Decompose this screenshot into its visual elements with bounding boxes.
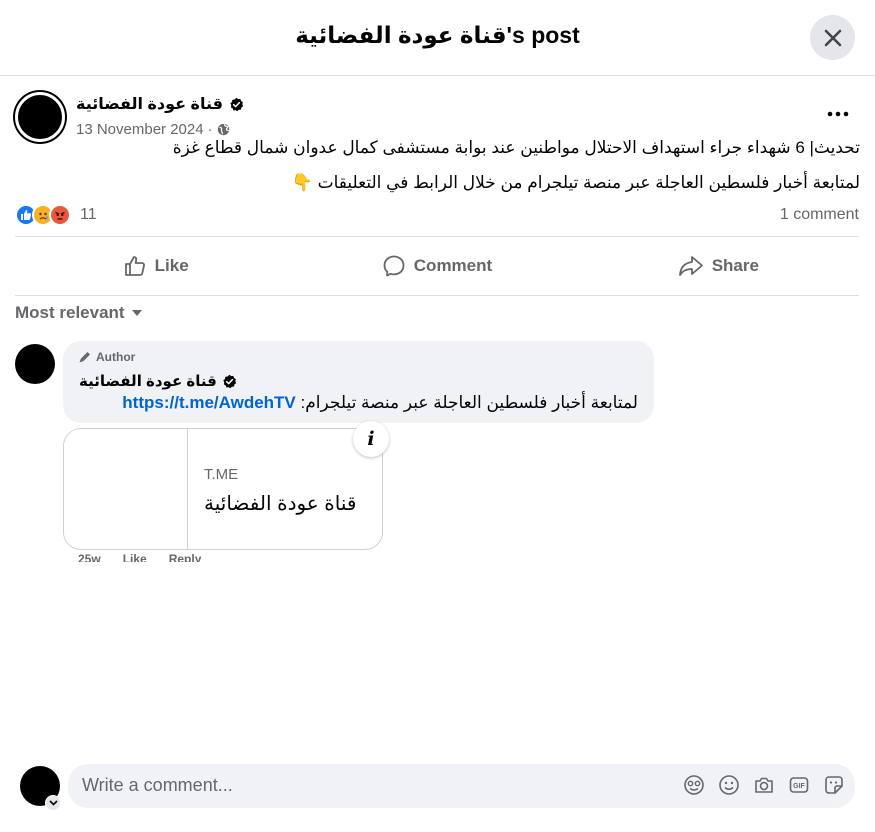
close-button[interactable] [810, 15, 855, 60]
comment-avatar[interactable] [15, 344, 55, 384]
post-action-bar: Like Comment Share [15, 236, 859, 296]
comment-link[interactable]: https://t.me/AwdehTV [122, 393, 295, 412]
comment-label: Comment [413, 256, 493, 275]
link-preview-title: قناة عودة الفضائية [204, 493, 357, 515]
share-button[interactable]: Share [578, 237, 859, 295]
comment-author[interactable]: قناة عودة الفضائية [79, 372, 237, 390]
link-preview-domain: T.ME [204, 466, 239, 483]
link-preview-card[interactable]: T.ME قناة عودة الفضائية [63, 428, 383, 550]
post-text-line-1: تحديث| 6 شهداء جراء استهداف الاحتلال موا… [172, 138, 860, 157]
post-author-name[interactable]: قناة عودة الفضائية [76, 94, 223, 114]
verified-badge-icon [230, 97, 244, 111]
info-button[interactable]: i [353, 421, 389, 457]
dialog-header: قناة عودة الفضائية's post [0, 0, 875, 76]
chevron-down-icon [48, 800, 58, 806]
share-arrow-icon [678, 256, 703, 276]
post-author[interactable]: قناة عودة الفضائية [76, 94, 244, 114]
like-label: Like [154, 256, 189, 275]
thumbs-up-icon [124, 256, 145, 276]
profile-switch-button[interactable] [45, 795, 61, 811]
info-icon: i [367, 428, 375, 450]
svg-text:GIF: GIF [793, 783, 805, 790]
meta-separator: · [207, 121, 213, 138]
sort-label: Most relevant [15, 303, 125, 322]
post-date[interactable]: 13 November 2024 [76, 121, 204, 138]
more-dots-icon [827, 111, 849, 117]
avatar-sticker-icon[interactable] [683, 773, 705, 797]
pencil-icon [79, 352, 90, 363]
close-icon [824, 29, 841, 46]
more-options-button[interactable] [823, 102, 853, 126]
angry-icon [49, 204, 71, 226]
post-meta: 13 November 2024 · [76, 121, 230, 138]
comment-text: لمتابعة أخبار فلسطين العاجلة عبر منصة تي… [122, 393, 638, 413]
link-preview-thumbnail [64, 429, 188, 549]
like-button[interactable]: Like [15, 237, 296, 295]
emoji-icon[interactable] [718, 773, 740, 797]
page-avatar[interactable] [15, 92, 65, 142]
comment-button[interactable]: Comment [296, 237, 577, 295]
author-badge-label: Author [96, 350, 136, 364]
comment-like-button[interactable]: Like [123, 553, 147, 562]
verified-badge-icon [223, 374, 236, 388]
comment-body: لمتابعة أخبار فلسطين العاجلة عبر منصة تي… [295, 393, 639, 412]
comment-sort-dropdown[interactable]: Most relevant [15, 303, 143, 323]
comment-author-name[interactable]: قناة عودة الفضائية [79, 372, 217, 390]
post-dialog: قناة عودة الفضائية's post قناة عودة الفض… [0, 0, 875, 832]
sticker-icon[interactable] [823, 773, 845, 797]
camera-icon[interactable] [753, 773, 775, 797]
comment-reply-button[interactable]: Reply [169, 553, 202, 562]
caret-down-icon [131, 310, 142, 316]
reactions-summary[interactable]: 11 [15, 204, 97, 226]
comment-input[interactable] [82, 775, 642, 796]
post-text-line-2: لمتابعة أخبار فلسطين العاجلة عبر منصة تي… [291, 173, 860, 192]
comment-count[interactable]: 1 comment [780, 206, 859, 224]
composer-tools: GIF [683, 773, 845, 797]
reaction-count[interactable]: 11 [80, 206, 97, 224]
comment-bubble-icon [383, 255, 405, 277]
comment-time[interactable]: 25w [78, 553, 101, 562]
author-badge: Author [78, 350, 135, 364]
comment-actions: 25w Like Reply [78, 553, 201, 562]
gif-icon[interactable]: GIF [788, 773, 810, 797]
dialog-title: قناة عودة الفضائية's post [295, 22, 580, 48]
globe-icon [217, 123, 229, 136]
share-label: Share [711, 256, 759, 275]
comment-bubble: Author قناة عودة الفضائية لمتابعة أخبار … [63, 341, 654, 423]
comment-composer: GIF [68, 764, 855, 808]
